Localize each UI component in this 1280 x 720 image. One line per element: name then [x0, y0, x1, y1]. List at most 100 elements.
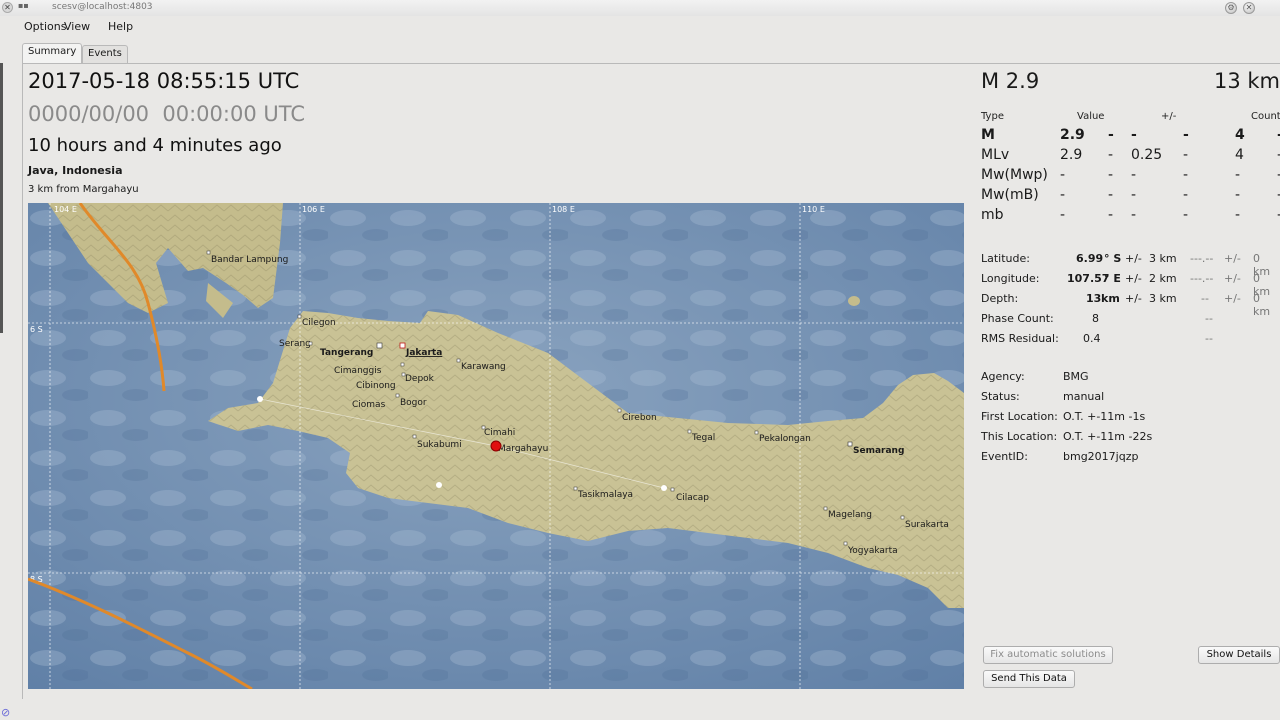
city-label: Cilegon — [302, 318, 336, 328]
magnitude-row[interactable]: MLv2.9-0.25-4- — [981, 147, 1280, 167]
phase-count-ref: -- — [1205, 312, 1213, 325]
magnitude-cell-value: 2.9 — [1060, 147, 1083, 163]
grid-label-104e: 104 E — [54, 205, 77, 214]
show-details-button[interactable]: Show Details — [1198, 646, 1280, 664]
magnitude-cell-a: - — [1108, 207, 1114, 223]
col-count: Count — [1251, 111, 1280, 122]
magnitude-cell-type: Mw(mB) — [981, 187, 1039, 203]
city-label: Surakarta — [905, 520, 949, 530]
longitude-ref: ---.-- — [1190, 272, 1214, 285]
city-label: Cirebon — [622, 413, 657, 423]
latitude-value: 6.99 — [1076, 252, 1104, 265]
grid-label-106e: 106 E — [302, 205, 325, 214]
city-label: Jakarta — [405, 348, 442, 358]
magnitude-row[interactable]: mb------ — [981, 207, 1280, 227]
city-label: Magelang — [828, 510, 872, 520]
epicenter-marker[interactable] — [490, 440, 502, 452]
magnitude-row[interactable]: Mw(mB)------ — [981, 187, 1280, 207]
magnitude-row[interactable]: Mw(Mwp)------ — [981, 167, 1280, 187]
depth-pm2: +/- — [1224, 292, 1241, 305]
this-location-value: O.T. +-11m -22s — [1063, 430, 1153, 443]
city-label: Depok — [405, 374, 435, 384]
magnitude-cell-count: - — [1235, 187, 1241, 203]
left-edge-bar — [0, 63, 3, 333]
latitude-unit: ° S — [1104, 252, 1122, 265]
longitude-pm2: +/- — [1224, 272, 1241, 285]
city-label: Bogor — [400, 398, 427, 408]
phase-count-label: Phase Count: — [981, 312, 1054, 325]
grid-label-108e: 108 E — [552, 205, 575, 214]
depth-ref: -- — [1201, 292, 1209, 305]
fix-automatic-solutions-button[interactable]: Fix automatic solutions — [983, 646, 1113, 664]
tab-summary[interactable]: Summary — [22, 43, 83, 64]
city-label: Yogyakarta — [847, 546, 898, 556]
magnitude-cell-type: M — [981, 127, 995, 143]
origin-time: 2017-05-18 08:55:15 UTC — [28, 69, 300, 93]
grid-label-6s: 6 S — [30, 325, 43, 334]
magnitude-cell-a: - — [1108, 187, 1114, 203]
magnitude-row[interactable]: M2.9---4- — [981, 127, 1280, 147]
phase-count-value: 8 — [1092, 312, 1099, 325]
col-value: Value — [1077, 111, 1105, 122]
magnitude-cell-a: - — [1108, 167, 1114, 183]
depth-pm: +/- — [1125, 292, 1142, 305]
magnitude-cell-c: - — [1183, 127, 1189, 143]
status-value: manual — [1063, 390, 1105, 403]
app-icon: ▪▪ — [18, 1, 29, 10]
event-map[interactable]: 104 E 106 E 108 E 110 E 6 S 8 S Bandar L… — [28, 203, 964, 689]
city-label: Pekalongan — [759, 434, 811, 444]
rms-value: 0.4 — [1083, 332, 1101, 345]
col-type: Type — [981, 111, 1004, 122]
magnitude-cell-b: - — [1131, 167, 1137, 183]
event-id-value: bmg2017jqzp — [1063, 450, 1139, 463]
magnitude-cell-c: - — [1183, 147, 1189, 163]
magnitude-cell-count: - — [1235, 167, 1241, 183]
nearest-city: 3 km from Margahayu — [28, 184, 139, 195]
magnitude-cell-b: - — [1131, 207, 1137, 223]
settings-icon[interactable]: ⚙ — [1225, 2, 1237, 14]
magnitude-cell-c: - — [1183, 207, 1189, 223]
city-label: Ciomas — [352, 400, 386, 410]
city-label: Cimahi — [484, 428, 515, 438]
longitude-label: Longitude: — [981, 272, 1040, 285]
magnitude-cell-c: - — [1183, 187, 1189, 203]
region-name: Java, Indonesia — [28, 164, 123, 177]
depth-unit: km — [1101, 292, 1120, 305]
menu-options[interactable]: Options — [24, 20, 66, 33]
longitude-error: 2 km — [1149, 272, 1177, 285]
send-data-button[interactable]: Send This Data — [983, 670, 1075, 688]
magnitude-cell-count: - — [1235, 207, 1241, 223]
rms-label: RMS Residual: — [981, 332, 1059, 345]
agency-label: Agency: — [981, 370, 1025, 383]
magnitude-cell-value: - — [1060, 167, 1066, 183]
tab-events[interactable]: Events — [82, 45, 128, 63]
depth-error: 3 km — [1149, 292, 1177, 305]
magnitude-cell-value: - — [1060, 187, 1066, 203]
grid-label-110e: 110 E — [802, 205, 825, 214]
menu-bar: Options View Help — [0, 16, 1280, 38]
event-id-label: EventID: — [981, 450, 1028, 463]
menu-help[interactable]: Help — [108, 20, 133, 33]
station-marker[interactable] — [661, 485, 667, 491]
magnitude-cell-type: mb — [981, 207, 1004, 223]
city-label: Margahayu — [498, 444, 548, 454]
depth-value: 13 — [1086, 292, 1102, 305]
station-marker[interactable] — [257, 396, 263, 402]
longitude-unit: ° E — [1104, 272, 1121, 285]
first-location-value: O.T. +-11m -1s — [1063, 410, 1146, 423]
close-icon[interactable]: ✕ — [2, 2, 13, 13]
city-label: Semarang — [853, 446, 904, 456]
menu-view[interactable]: View — [64, 20, 90, 33]
city-label: Tegal — [691, 433, 715, 443]
latitude-label: Latitude: — [981, 252, 1030, 265]
latitude-pm2: +/- — [1224, 252, 1241, 265]
magnitude-cell-a: - — [1108, 147, 1114, 163]
window-close-icon[interactable]: ✕ — [1243, 2, 1255, 14]
latitude-ref: ---.-- — [1190, 252, 1214, 265]
city-label: Karawang — [461, 362, 506, 372]
title-bar: ✕ ▪▪ scesv@localhost:4803 ⚙ ✕ — [0, 0, 1280, 16]
rms-ref: -- — [1205, 332, 1213, 345]
station-marker[interactable] — [436, 482, 442, 488]
window-title: scesv@localhost:4803 — [52, 2, 153, 12]
status-label: Status: — [981, 390, 1020, 403]
